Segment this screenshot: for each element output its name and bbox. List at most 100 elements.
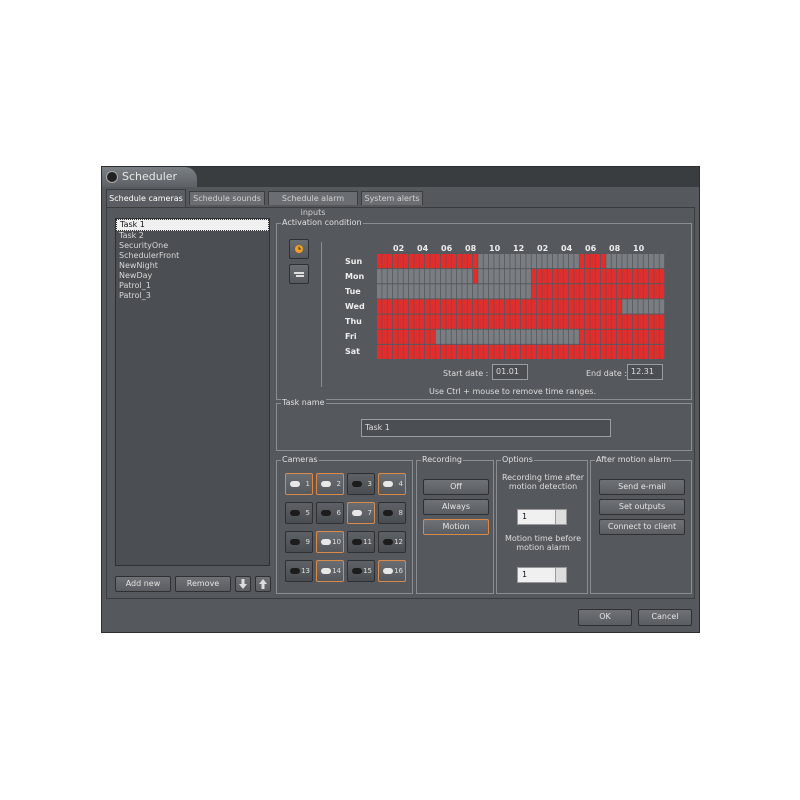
- schedule-cell[interactable]: [451, 254, 457, 269]
- schedule-cell[interactable]: [569, 314, 574, 329]
- schedule-cell[interactable]: [430, 284, 435, 299]
- schedule-cell[interactable]: [409, 254, 414, 269]
- camera-button-5[interactable]: 5: [285, 502, 313, 524]
- schedule-cell[interactable]: [654, 284, 659, 299]
- schedule-cell[interactable]: [489, 254, 494, 269]
- schedule-cell[interactable]: [441, 329, 446, 344]
- schedule-cell[interactable]: [601, 254, 606, 269]
- schedule-cell[interactable]: [382, 269, 387, 284]
- schedule-cell[interactable]: [409, 314, 414, 329]
- send-email-button[interactable]: Send e-mail: [599, 479, 685, 495]
- add-new-button[interactable]: Add new: [115, 576, 171, 592]
- schedule-cell[interactable]: [430, 254, 435, 269]
- schedule-cell[interactable]: [659, 269, 665, 284]
- schedule-cell[interactable]: [409, 284, 414, 299]
- schedule-cell[interactable]: [451, 329, 457, 344]
- schedule-cell[interactable]: [483, 284, 489, 299]
- schedule-cell[interactable]: [403, 284, 409, 299]
- schedule-cell[interactable]: [622, 254, 627, 269]
- schedule-cell[interactable]: [446, 269, 451, 284]
- schedule-cell[interactable]: [435, 314, 441, 329]
- schedule-cell[interactable]: [515, 284, 521, 299]
- schedule-cell[interactable]: [462, 299, 467, 314]
- schedule-cell[interactable]: [387, 344, 393, 359]
- schedule-cell[interactable]: [590, 314, 595, 329]
- camera-button-12[interactable]: 12: [378, 531, 406, 553]
- schedule-cell[interactable]: [638, 284, 643, 299]
- schedule-cell[interactable]: [558, 329, 563, 344]
- schedule-cell[interactable]: [451, 314, 457, 329]
- schedule-cell[interactable]: [393, 269, 398, 284]
- task-name-input[interactable]: Task 1: [361, 419, 611, 437]
- schedule-cell[interactable]: [478, 254, 483, 269]
- schedule-cell[interactable]: [462, 314, 467, 329]
- schedule-cell[interactable]: [563, 254, 569, 269]
- schedule-cell[interactable]: [606, 299, 611, 314]
- schedule-cell[interactable]: [649, 254, 654, 269]
- schedule-cell[interactable]: [393, 254, 398, 269]
- schedule-cell[interactable]: [659, 314, 665, 329]
- schedule-cell[interactable]: [579, 329, 585, 344]
- schedule-cell[interactable]: [595, 329, 601, 344]
- schedule-cell[interactable]: [473, 299, 478, 314]
- schedule-cell[interactable]: [403, 329, 409, 344]
- schedule-cell[interactable]: [553, 284, 558, 299]
- schedule-cell[interactable]: [627, 299, 633, 314]
- camera-button-16[interactable]: 16: [378, 560, 406, 582]
- schedule-cell[interactable]: [494, 299, 499, 314]
- schedule-cell[interactable]: [547, 269, 553, 284]
- schedule-cell[interactable]: [510, 299, 515, 314]
- schedule-cell[interactable]: [542, 284, 547, 299]
- schedule-cell[interactable]: [451, 284, 457, 299]
- schedule-cell[interactable]: [627, 314, 633, 329]
- schedule-cell[interactable]: [606, 344, 611, 359]
- schedule-cell[interactable]: [505, 269, 510, 284]
- schedule-cell[interactable]: [558, 269, 563, 284]
- schedule-cell[interactable]: [569, 299, 574, 314]
- schedule-cell[interactable]: [574, 284, 579, 299]
- schedule-cell[interactable]: [622, 284, 627, 299]
- task-list-item[interactable]: Patrol_1: [116, 281, 269, 291]
- schedule-cell[interactable]: [633, 344, 638, 359]
- schedule-cell[interactable]: [510, 284, 515, 299]
- schedule-cell[interactable]: [494, 284, 499, 299]
- schedule-cell[interactable]: [425, 344, 430, 359]
- schedule-cell[interactable]: [601, 299, 606, 314]
- schedule-cell[interactable]: [478, 344, 483, 359]
- schedule-cell[interactable]: [649, 344, 654, 359]
- schedule-cell[interactable]: [553, 299, 558, 314]
- schedule-cell[interactable]: [483, 314, 489, 329]
- schedule-cell[interactable]: [606, 269, 611, 284]
- schedule-cell[interactable]: [537, 314, 542, 329]
- schedule-cell[interactable]: [435, 284, 441, 299]
- schedule-cell[interactable]: [462, 284, 467, 299]
- schedule-cell[interactable]: [430, 329, 435, 344]
- move-down-button[interactable]: [235, 576, 251, 592]
- schedule-cell[interactable]: [387, 314, 393, 329]
- schedule-cell[interactable]: [574, 314, 579, 329]
- schedule-cell[interactable]: [419, 284, 425, 299]
- schedule-cell[interactable]: [611, 254, 617, 269]
- schedule-cell[interactable]: [467, 254, 473, 269]
- schedule-cell[interactable]: [617, 269, 622, 284]
- schedule-cell[interactable]: [585, 314, 590, 329]
- schedule-cell[interactable]: [403, 299, 409, 314]
- task-list[interactable]: Task 1 Task 2 SecurityOne SchedulerFront New…: [115, 218, 270, 566]
- schedule-cell[interactable]: [547, 284, 553, 299]
- schedule-cell[interactable]: [478, 284, 483, 299]
- schedule-cell[interactable]: [521, 299, 526, 314]
- schedule-cell[interactable]: [377, 254, 382, 269]
- schedule-cell[interactable]: [489, 344, 494, 359]
- schedule-cell[interactable]: [403, 254, 409, 269]
- spinner-arrows-icon[interactable]: [555, 568, 566, 582]
- schedule-cell[interactable]: [526, 299, 531, 314]
- schedule-cell[interactable]: [414, 299, 419, 314]
- schedule-cell[interactable]: [649, 284, 654, 299]
- schedule-cell[interactable]: [574, 344, 579, 359]
- schedule-cell[interactable]: [435, 254, 441, 269]
- schedule-cell[interactable]: [649, 329, 654, 344]
- schedule-cell[interactable]: [441, 314, 446, 329]
- schedule-cell[interactable]: [595, 284, 601, 299]
- schedule-cell[interactable]: [398, 284, 403, 299]
- schedule-cell[interactable]: [643, 329, 649, 344]
